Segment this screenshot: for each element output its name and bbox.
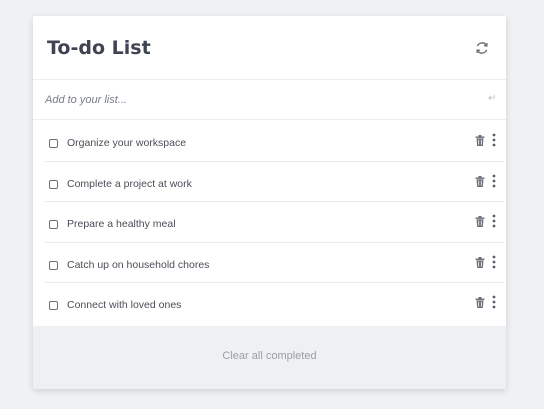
item-checkbox[interactable] <box>49 179 58 189</box>
item-checkbox[interactable] <box>49 220 58 229</box>
more-options-icon[interactable] <box>491 295 497 309</box>
add-item-row: ↵ <box>33 80 506 120</box>
item-label: Organize your workspace <box>67 137 187 149</box>
todo-list: Organize your workspace Complete a proje… <box>45 121 504 324</box>
clear-completed-button[interactable]: Clear all completed <box>33 350 506 362</box>
list-item: Complete a project at work <box>45 162 504 202</box>
add-item-input[interactable] <box>45 91 475 109</box>
trash-icon[interactable] <box>475 216 485 227</box>
more-options-icon[interactable] <box>491 133 497 147</box>
footer: Clear all completed <box>33 326 506 389</box>
trash-icon[interactable] <box>475 297 485 308</box>
item-checkbox[interactable] <box>49 139 58 148</box>
item-checkbox[interactable] <box>49 301 58 310</box>
list-item: Connect with loved ones <box>45 283 504 324</box>
page-title: To-do List <box>47 37 151 59</box>
list-item: Catch up on household chores <box>45 243 504 283</box>
trash-icon[interactable] <box>475 135 485 146</box>
more-options-icon[interactable] <box>491 255 497 269</box>
trash-icon[interactable] <box>475 175 485 187</box>
refresh-icon[interactable] <box>474 40 490 56</box>
more-options-icon[interactable] <box>491 174 497 188</box>
list-item: Organize your workspace <box>45 121 504 162</box>
item-checkbox[interactable] <box>49 260 58 270</box>
enter-icon: ↵ <box>488 93 497 104</box>
list-item: Prepare a healthy meal <box>45 202 504 243</box>
more-options-icon[interactable] <box>491 214 497 228</box>
todo-card: To-do List ↵ Organize your workspace Com… <box>33 16 506 389</box>
item-label: Prepare a healthy meal <box>67 218 176 230</box>
item-label: Connect with loved ones <box>67 299 182 311</box>
item-label: Complete a project at work <box>67 177 192 190</box>
item-label: Catch up on household chores <box>67 258 210 271</box>
trash-icon[interactable] <box>475 256 485 268</box>
todo-header: To-do List <box>33 16 506 80</box>
